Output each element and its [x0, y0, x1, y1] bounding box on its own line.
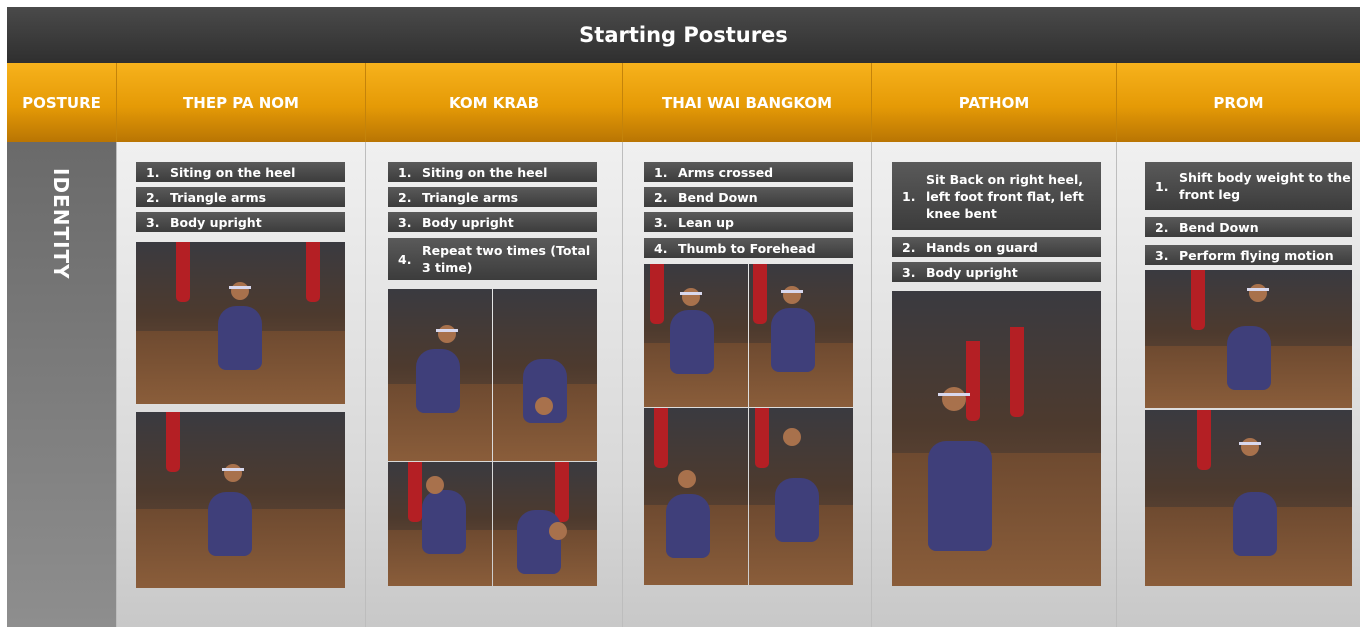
step-item: 3. Body upright [892, 262, 1101, 282]
posture-column-prom: 1. Shift body weight to the front leg 2. B… [1116, 142, 1360, 627]
posture-photo [1145, 410, 1352, 586]
header-row: POSTURE THEP PA NOM KOM KRAB THAI WAI BA… [7, 63, 1360, 142]
step-item: 3. Lean up [644, 212, 853, 232]
identity-label-cell: IDENTITY [7, 142, 116, 627]
step-item: 4. Repeat two times (Total 3 time) [388, 238, 597, 280]
posture-photo [644, 264, 748, 407]
posture-photo [892, 291, 1101, 586]
posture-column-thep-pa-nom: 1. Siting on the heel 2. Triangle arms 3. B… [116, 142, 365, 627]
step-item: 2. Triangle arms [388, 187, 597, 207]
step-item: 1. Sit Back on right heel, left foot fron… [892, 162, 1101, 230]
step-item: 3. Perform flying motion [1145, 245, 1352, 265]
column-header-thep-pa-nom: THEP PA NOM [116, 63, 365, 142]
step-item: 3. Body upright [388, 212, 597, 232]
posture-photo [388, 289, 492, 461]
column-header-prom: PROM [1116, 63, 1360, 142]
posture-column-thai-wai-bangkom: 1. Arms crossed 2. Bend Down 3. Lean up 4. T… [622, 142, 871, 627]
step-item: 2. Triangle arms [136, 187, 345, 207]
posture-photo [493, 289, 597, 461]
posture-column-kom-krab: 1. Siting on the heel 2. Triangle arms 3. B… [365, 142, 622, 627]
step-item: 1. Arms crossed [644, 162, 853, 182]
column-header-pathom: PATHOM [871, 63, 1116, 142]
posture-photo [749, 408, 853, 585]
step-item: 2. Bend Down [1145, 217, 1352, 237]
posture-header: POSTURE [7, 63, 116, 142]
step-item: 1. Siting on the heel [136, 162, 345, 182]
posture-photo [388, 462, 492, 586]
posture-photo [136, 412, 345, 588]
step-item: 1. Siting on the heel [388, 162, 597, 182]
step-item: 2. Hands on guard [892, 237, 1101, 257]
page-title: Starting Postures [7, 7, 1360, 63]
step-item: 2. Bend Down [644, 187, 853, 207]
posture-photo [749, 264, 853, 407]
identity-row: IDENTITY 1. Siting on the heel 2. Triangle… [7, 142, 1360, 627]
column-header-kom-krab: KOM KRAB [365, 63, 622, 142]
step-item: 3. Body upright [136, 212, 345, 232]
identity-label: IDENTITY [49, 168, 73, 280]
step-item: 1. Shift body weight to the front leg [1145, 162, 1352, 210]
step-item: 4. Thumb to Forehead [644, 238, 853, 258]
posture-photo [644, 408, 748, 585]
posture-photo [136, 242, 345, 404]
posture-photo [493, 462, 597, 586]
column-header-thai-wai-bangkom: THAI WAI BANGKOM [622, 63, 871, 142]
posture-photo [1145, 270, 1352, 408]
posture-column-pathom: 1. Sit Back on right heel, left foot fron… [871, 142, 1116, 627]
